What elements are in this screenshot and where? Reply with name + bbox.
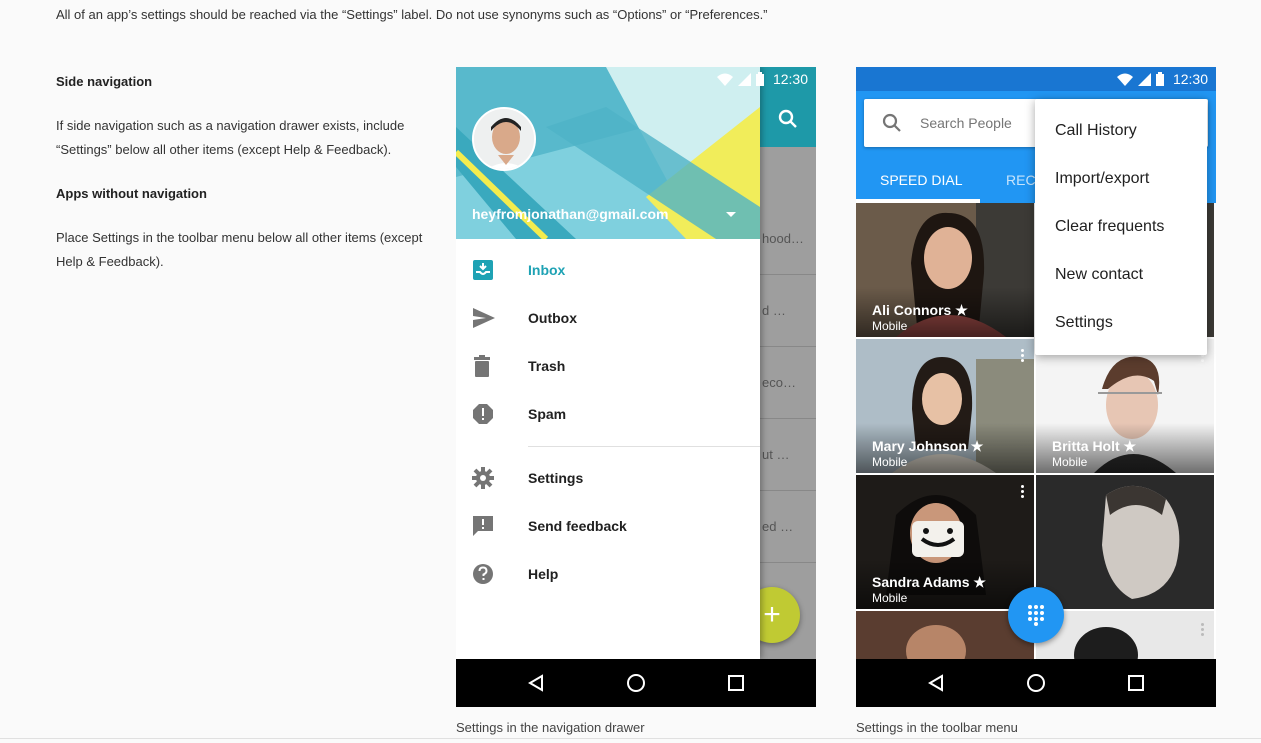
- drawer-item-help[interactable]: Help: [456, 550, 760, 598]
- tab-speed-dial[interactable]: SPEED DIAL: [880, 157, 962, 203]
- guidelines-column: Side navigation If side navigation such …: [56, 70, 426, 294]
- contact-tile[interactable]: Sandra Adams ★ Mobile: [856, 475, 1034, 609]
- drawer-item-label: Spam: [528, 406, 567, 422]
- contact-name: Ali Connors ★: [872, 302, 968, 318]
- list-item[interactable]: ut …: [760, 419, 816, 491]
- plus-icon: +: [763, 598, 781, 631]
- phone-toolbar-menu: 12:30 SPEED DIAL RECE Ali Connors ★ Mobi…: [856, 67, 1216, 707]
- contact-tile[interactable]: Britta Holt ★ Mobile: [1036, 339, 1214, 473]
- drawer-item-label: Outbox: [528, 310, 577, 326]
- contact-name: Britta Holt ★: [1052, 438, 1137, 454]
- no-nav-heading: Apps without navigation: [56, 186, 207, 201]
- chevron-down-icon[interactable]: [726, 212, 736, 217]
- menu-item-settings[interactable]: Settings: [1035, 299, 1207, 347]
- gear-icon: [456, 467, 528, 489]
- contact-type: Mobile: [872, 591, 908, 605]
- contact-photo: [1036, 475, 1214, 609]
- feedback-icon: [456, 515, 528, 537]
- drawer-item-inbox[interactable]: Inbox: [456, 246, 760, 294]
- wifi-icon: [717, 73, 733, 86]
- more-vert-icon[interactable]: [1201, 623, 1204, 636]
- contact-type: Mobile: [1052, 455, 1088, 469]
- drawer-item-label: Inbox: [528, 262, 566, 278]
- list-item[interactable]: eco…: [760, 347, 816, 419]
- back-icon[interactable]: [906, 659, 966, 707]
- drawer-item-spam[interactable]: Spam: [456, 390, 760, 438]
- drawer-item-label: Trash: [528, 358, 566, 374]
- wifi-icon: [1117, 73, 1133, 86]
- more-vert-icon[interactable]: [1021, 349, 1024, 362]
- recents-icon[interactable]: [1106, 659, 1166, 707]
- caption-navigation-drawer: Settings in the navigation drawer: [456, 720, 645, 735]
- contact-tile[interactable]: Ali Connors ★ Mobile: [856, 203, 1034, 337]
- overflow-menu: Call History Import/export Clear frequen…: [1035, 99, 1207, 355]
- no-nav-body: Place Settings in the toolbar menu below…: [56, 230, 423, 269]
- avatar[interactable]: [472, 107, 536, 171]
- search-icon: [864, 113, 920, 133]
- trash-icon: [456, 355, 528, 377]
- battery-icon: [1156, 72, 1164, 86]
- contact-tile[interactable]: [1036, 475, 1214, 609]
- contact-name: Sandra Adams ★: [872, 574, 986, 590]
- contact-tile[interactable]: Mary Johnson ★ Mobile: [856, 339, 1034, 473]
- dialpad-icon: [1028, 605, 1044, 626]
- side-nav-body: If side navigation such as a navigation …: [56, 118, 405, 157]
- side-nav-heading: Side navigation: [56, 74, 153, 89]
- search-icon[interactable]: [778, 109, 798, 129]
- list-item[interactable]: ed …: [760, 491, 816, 563]
- system-nav-bar: [856, 659, 1216, 707]
- drawer-item-label: Send feedback: [528, 518, 627, 534]
- signal-icon: [1138, 72, 1151, 86]
- drawer-divider: [528, 446, 760, 447]
- home-icon[interactable]: [606, 659, 666, 707]
- list-item[interactable]: hood…: [760, 203, 816, 275]
- drawer-item-send-feedback[interactable]: Send feedback: [456, 502, 760, 550]
- recents-icon[interactable]: [706, 659, 766, 707]
- menu-item-clear-frequents[interactable]: Clear frequents: [1035, 203, 1207, 251]
- account-email[interactable]: heyfromjonathan@gmail.com: [472, 206, 668, 222]
- battery-icon: [756, 72, 764, 86]
- drawer-item-label: Settings: [528, 470, 584, 486]
- contact-name: Mary Johnson ★: [872, 438, 984, 454]
- alert-icon: [456, 403, 528, 425]
- phone-navigation-drawer: hood… d … eco… ut … ed … + heyfromjonath…: [456, 67, 816, 707]
- search-input[interactable]: [920, 115, 1020, 131]
- status-time: 12:30: [772, 71, 808, 87]
- drawer-item-outbox[interactable]: Outbox: [456, 294, 760, 342]
- contact-type: Mobile: [872, 455, 908, 469]
- menu-item-import-export[interactable]: Import/export: [1035, 155, 1207, 203]
- intro-text: All of an app’s settings should be reach…: [56, 7, 768, 22]
- drawer-header: heyfromjonathan@gmail.com: [456, 67, 760, 239]
- drawer-item-trash[interactable]: Trash: [456, 342, 760, 390]
- status-bar: 12:30: [856, 67, 1216, 91]
- page-divider: [0, 738, 1261, 739]
- contact-type: Mobile: [872, 319, 908, 333]
- dialpad-fab[interactable]: [1008, 587, 1064, 643]
- home-icon[interactable]: [1006, 659, 1066, 707]
- send-icon: [456, 307, 528, 329]
- back-icon[interactable]: [506, 659, 566, 707]
- menu-item-new-contact[interactable]: New contact: [1035, 251, 1207, 299]
- help-icon: [456, 563, 528, 585]
- navigation-drawer: heyfromjonathan@gmail.com 12:30 Inbox Ou…: [456, 67, 808, 659]
- signal-icon: [738, 72, 751, 86]
- inbox-icon: [456, 259, 528, 281]
- drawer-item-label: Help: [528, 566, 559, 582]
- system-nav-bar: [456, 659, 816, 707]
- menu-item-call-history[interactable]: Call History: [1035, 107, 1207, 155]
- drawer-item-settings[interactable]: Settings: [456, 454, 760, 502]
- more-vert-icon[interactable]: [1021, 485, 1024, 498]
- status-bar: 12:30: [456, 67, 816, 91]
- list-item[interactable]: d …: [760, 275, 816, 347]
- status-time: 12:30: [1172, 71, 1208, 87]
- caption-toolbar-menu: Settings in the toolbar menu: [856, 720, 1018, 735]
